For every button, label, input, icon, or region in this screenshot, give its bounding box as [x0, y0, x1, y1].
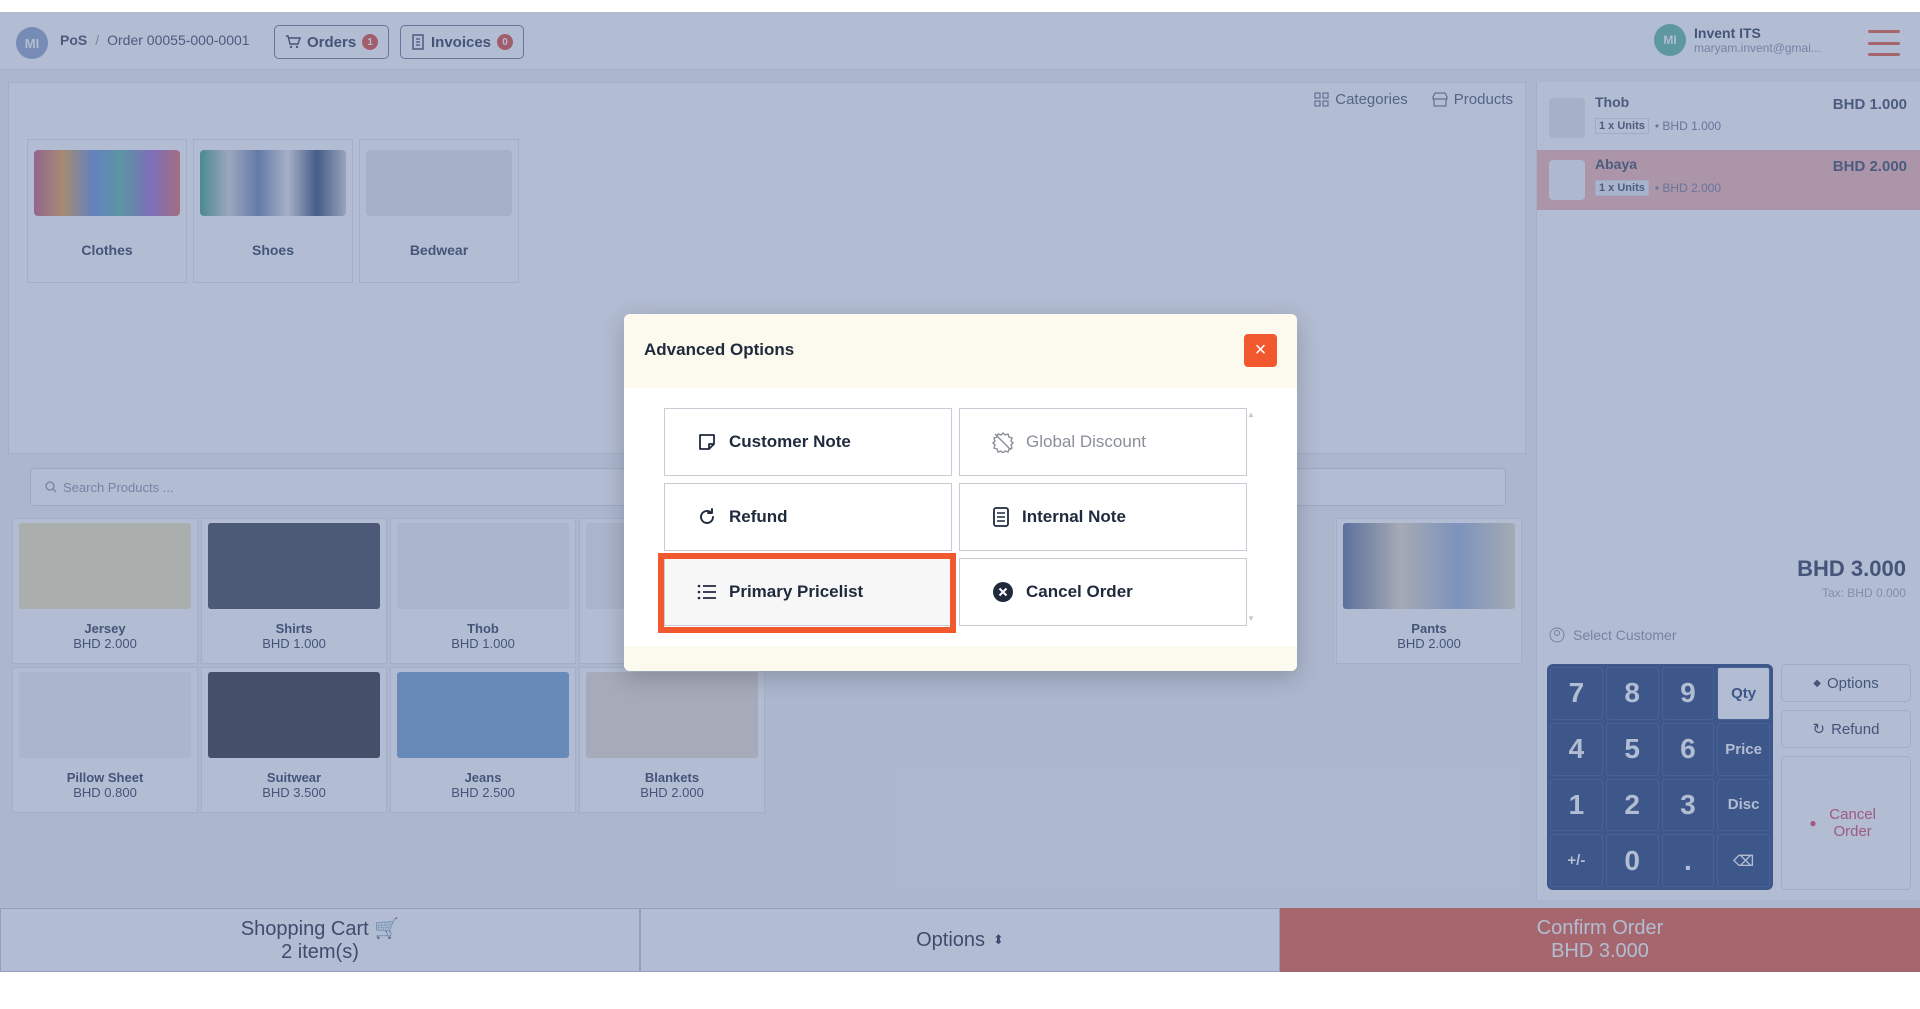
pos-app: MI PoS / Order 00055-000-0001 Orders 1 I… [0, 12, 1920, 972]
list-icon [697, 584, 716, 600]
scroll-down-icon[interactable]: ▼ [1247, 614, 1255, 623]
refresh-icon [700, 508, 714, 524]
discount-off-icon [992, 432, 1014, 453]
global-discount-label: Global Discount [1026, 432, 1147, 451]
advanced-options-dialog: Advanced Options × Customer Note Global … [624, 314, 1297, 671]
close-button[interactable]: × [1244, 334, 1277, 367]
cancel-circle-icon [993, 582, 1013, 602]
refund-label: Refund [729, 507, 788, 526]
internal-note-option[interactable]: Internal Note [959, 483, 1247, 551]
sticky-note-icon [699, 434, 715, 450]
refund-option[interactable]: Refund [664, 483, 952, 551]
dialog-footer [624, 646, 1297, 671]
cancel-order-label: Cancel Order [1026, 582, 1133, 601]
dialog-header: Advanced Options × [624, 314, 1297, 388]
scroll-up-icon[interactable]: ▲ [1247, 410, 1255, 419]
global-discount-option[interactable]: Global Discount [959, 408, 1247, 476]
cancel-order-option[interactable]: Cancel Order [959, 558, 1247, 626]
primary-pricelist-label: Primary Pricelist [729, 582, 864, 601]
dialog-title: Advanced Options [644, 340, 795, 359]
primary-pricelist-option[interactable]: Primary Pricelist [664, 558, 952, 626]
customer-note-option[interactable]: Customer Note [664, 408, 952, 476]
close-icon: × [1254, 339, 1267, 361]
document-icon [993, 507, 1009, 527]
customer-note-label: Customer Note [729, 432, 851, 451]
internal-note-label: Internal Note [1022, 507, 1126, 526]
